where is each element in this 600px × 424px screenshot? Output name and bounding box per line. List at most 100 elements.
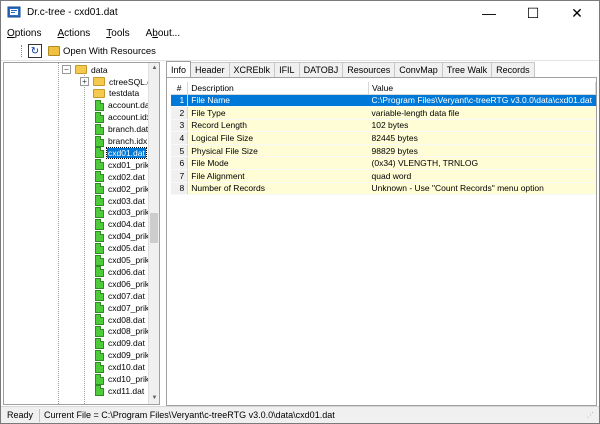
refresh-button[interactable]: ↻ [28,44,42,58]
tree-file[interactable]: cxd08_prike [95,325,155,337]
tree-file[interactable]: account.dat [95,99,153,111]
tree-file[interactable]: cxd01_prike [95,159,155,171]
table-row[interactable]: 8 Number of Records Unknown - Use "Count R… [171,182,596,196]
tree-file[interactable]: cxd05.dat [95,242,146,254]
info-grid[interactable]: # Description Value 1 File Name C:\Program… [171,82,596,196]
tree-file[interactable]: cxd03_prike [95,206,155,218]
minimize-button[interactable]: — [467,1,511,25]
cell-val[interactable]: (0x34) VLENGTH, TRNLOG [368,156,596,171]
cell-desc[interactable]: Record Length [187,119,369,133]
cell-desc[interactable]: File Mode [187,156,369,171]
cell-val[interactable]: Unknown - Use "Count Records" menu optio… [368,182,596,196]
tree-folder-data[interactable]: − data [62,64,109,75]
cell-num[interactable]: 7 [171,169,189,183]
cell-desc[interactable]: Physical File Size [187,144,369,158]
tree-file[interactable]: cxd06_prike [95,278,155,290]
resize-grip-icon[interactable]: ⋰ [587,411,597,421]
table-row[interactable]: 2 File Type variable-length data file [171,106,596,120]
tree-file[interactable]: cxd10.dat [95,361,146,373]
file-icon [95,99,104,111]
tree-file[interactable]: branch.idx [95,135,148,147]
tree-file[interactable]: cxd04_prike [95,230,155,242]
menu-actions[interactable]: Actions [57,28,90,39]
file-tree[interactable]: − data + ctreeSQL.d testdata account.dat acc… [3,62,160,405]
menu-options[interactable]: Options [7,28,41,39]
cell-desc[interactable]: File Alignment [187,169,369,183]
tree-file[interactable]: cxd02_prike [95,183,155,195]
file-icon [95,123,104,135]
cell-desc[interactable]: File Type [187,106,369,120]
file-icon [95,242,104,254]
file-icon [95,385,104,397]
tree-file[interactable]: branch.dat [95,123,149,135]
tree-file[interactable]: cxd05_prike [95,254,155,266]
cell-val[interactable]: C:\Program Files\Veryant\c-treeRTG v3.0.… [368,94,596,108]
cell-num[interactable]: 5 [171,144,189,158]
table-row[interactable]: 3 Record Length 102 bytes [171,119,596,133]
menu-about[interactable]: About... [146,28,180,39]
menu-tools[interactable]: Tools [106,28,129,39]
tree-folder[interactable]: testdata [93,88,140,99]
tree-vertical-scrollbar[interactable]: ▲ ▼ [148,63,159,404]
tree-file[interactable]: cxd04.dat [95,218,146,230]
cell-num[interactable]: 2 [171,106,189,120]
tree-file[interactable]: cxd07.dat [95,290,146,302]
cell-num[interactable]: 6 [171,156,189,171]
tree-file[interactable]: cxd09_prike [95,349,155,361]
cell-val[interactable]: 98829 bytes [368,144,596,158]
tree-file[interactable]: cxd01.dat [95,146,147,159]
column-header-description[interactable]: Description [187,82,370,95]
menu-tools-rest: ools [111,27,130,39]
cell-val[interactable]: 102 bytes [368,119,596,133]
tab-ifil[interactable]: IFIL [274,62,300,77]
tree-file[interactable]: cxd10_prike [95,373,155,385]
table-row[interactable]: 7 File Alignment quad word [171,169,596,183]
tab-datobj[interactable]: DATOBJ [298,62,344,77]
cell-num[interactable]: 4 [171,131,189,145]
cell-num[interactable]: 3 [171,119,189,133]
tab-bar: Info Header XCREblk IFIL DATOBJ Resource… [166,61,535,77]
maximize-button[interactable]: ☐ [511,1,555,25]
collapse-icon[interactable]: − [62,65,71,74]
tree-file[interactable]: cxd03.dat [95,195,146,206]
table-row[interactable]: 1 File Name C:\Program Files\Veryant\c-tre… [171,94,596,108]
expand-icon[interactable]: + [80,77,89,86]
toolbar-grip[interactable] [21,45,23,57]
tab-tree-walk[interactable]: Tree Walk [441,62,493,77]
open-with-resources-button[interactable]: Open With Resources [45,43,159,59]
tab-convmap[interactable]: ConvMap [394,62,443,77]
cell-desc[interactable]: File Name [187,94,369,108]
tree-file[interactable]: cxd11.dat [95,385,145,397]
tab-info[interactable]: Info [166,61,192,77]
close-button[interactable]: ✕ [555,1,599,25]
column-header-num[interactable]: # [171,82,189,95]
tree-file[interactable]: cxd07_prike [95,302,155,314]
tree-folder[interactable]: + ctreeSQL.d [80,76,153,87]
cell-desc[interactable]: Logical File Size [187,131,369,145]
tree-file[interactable]: cxd06.dat [95,266,146,278]
table-row[interactable]: 5 Physical File Size 98829 bytes [171,144,596,158]
grid-header-row: # Description Value [171,82,596,95]
tab-records[interactable]: Records [491,62,535,77]
table-row[interactable]: 6 File Mode (0x34) VLENGTH, TRNLOG [171,156,596,171]
tree-file[interactable]: cxd02.dat [95,171,146,183]
scroll-up-icon[interactable]: ▲ [149,63,159,74]
column-header-value[interactable]: Value [368,82,596,95]
cell-desc[interactable]: Number of Records [187,182,369,196]
tree-file[interactable]: account.idx [95,111,152,123]
tab-resources[interactable]: Resources [342,62,396,77]
table-row[interactable]: 4 Logical File Size 82445 bytes [171,131,596,145]
minimize-icon: — [482,5,496,21]
cell-val[interactable]: 82445 bytes [368,131,596,145]
tab-xcreblk[interactable]: XCREblk [228,62,276,77]
cell-val[interactable]: quad word [368,169,596,183]
tree-file[interactable]: cxd09.dat [95,337,146,349]
scroll-down-icon[interactable]: ▼ [149,393,159,404]
scroll-thumb[interactable] [150,213,158,243]
tab-header[interactable]: Header [190,62,230,77]
cell-num[interactable]: 1 [171,94,189,108]
cell-num[interactable]: 8 [171,182,189,196]
open-with-resources-label: Open With Resources [63,45,156,57]
cell-val[interactable]: variable-length data file [368,106,596,120]
tree-file[interactable]: cxd08.dat [95,314,146,325]
